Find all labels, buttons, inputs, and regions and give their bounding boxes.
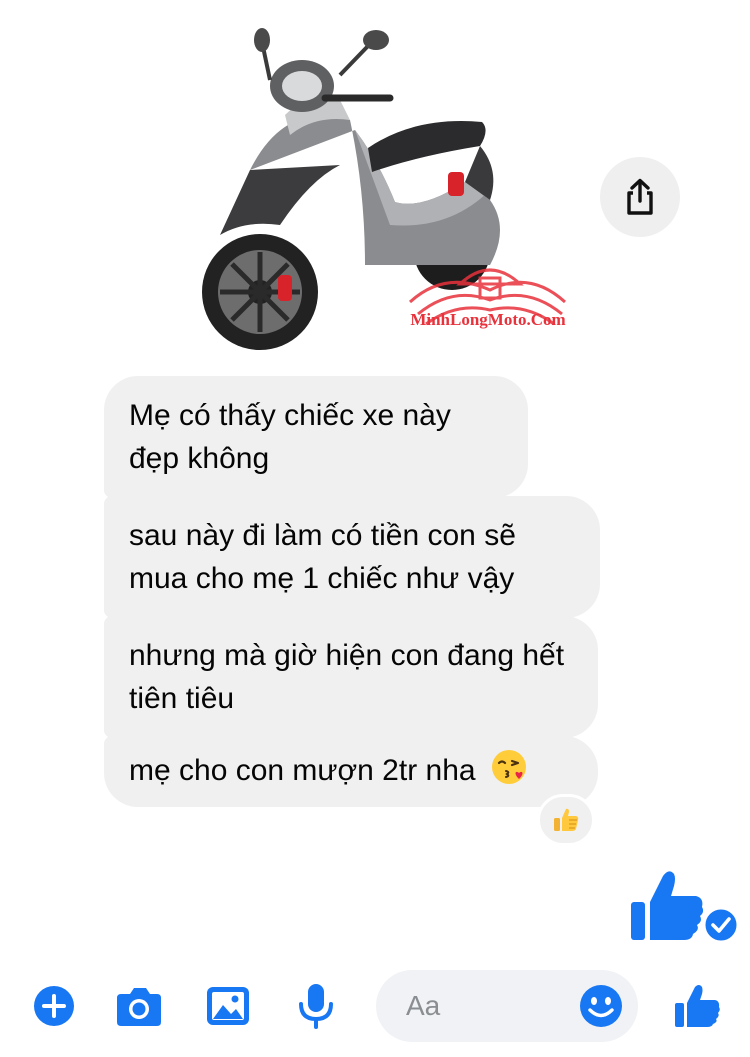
seen-check-icon [702,906,740,944]
message-bubble[interactable]: mẹ cho con mượn 2tr nha [104,736,598,807]
smiley-icon[interactable] [578,983,624,1029]
seen-indicator [702,906,740,944]
camera-icon [117,988,161,1026]
watermark-text: MinhLongMoto.Com [410,310,565,329]
message-reaction[interactable] [537,794,595,846]
message-input[interactable] [406,986,576,1026]
share-button[interactable] [600,157,680,237]
message-text: sau này đi làm có tiền con sẽ mua cho mẹ… [129,519,516,595]
shared-photo[interactable]: MinhLongMoto.Com [190,20,630,360]
scooter-image: MinhLongMoto.Com [202,28,567,350]
kissing-emoji-icon [490,748,528,798]
add-button[interactable] [30,982,78,1030]
thumbs-up-reaction-icon [554,808,579,831]
message-bubble[interactable]: Mẹ có thấy chiếc xe này đẹp không [104,376,528,498]
image-icon [207,987,249,1025]
microphone-icon [299,984,333,1029]
message-input-wrapper [376,970,638,1042]
message-bubble[interactable]: nhưng mà giờ hiện con đang hết tiên tiêu [104,616,598,738]
thumbs-up-icon [631,871,704,940]
message-text: mẹ cho con mượn 2tr nha [129,754,476,787]
like-button[interactable] [673,982,721,1030]
gallery-button[interactable] [204,982,252,1030]
message-text: Mẹ có thấy chiếc xe này đẹp không [129,399,451,475]
message-bubble[interactable]: sau này đi làm có tiền con sẽ mua cho mẹ… [104,496,600,618]
share-icon [627,178,653,215]
sent-like[interactable] [628,868,708,944]
voice-button[interactable] [292,982,340,1030]
message-composer [0,966,750,1046]
plus-icon [34,986,74,1026]
camera-button[interactable] [115,982,163,1030]
message-text: nhưng mà giờ hiện con đang hết tiên tiêu [129,639,565,715]
like-icon [675,985,720,1027]
